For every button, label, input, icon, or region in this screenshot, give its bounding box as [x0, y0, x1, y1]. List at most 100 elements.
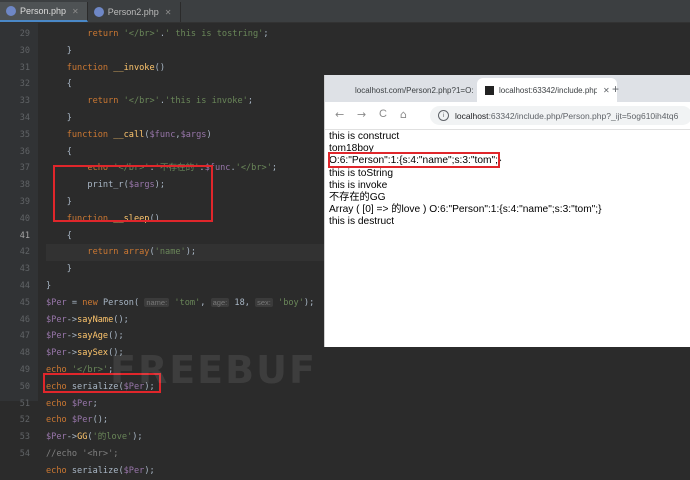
code-token: ); — [144, 465, 155, 476]
browser-window: localhost.com/Person2.php?1=O: localhost… — [324, 75, 690, 347]
url-host: localhost — [455, 110, 489, 121]
line-number: 49 — [19, 364, 30, 375]
new-tab-button[interactable]: + — [612, 82, 619, 96]
url-path: :63342/include.php/Person.php?_ijt=5og61… — [488, 110, 679, 121]
line-number: 32 — [19, 79, 30, 90]
line-number: 34 — [19, 112, 30, 123]
line-number: 53 — [19, 432, 30, 443]
code-token: $Per — [71, 415, 93, 426]
code-token: (); — [113, 314, 129, 325]
code-line[interactable]: $Per->GG('的love'); — [46, 429, 686, 446]
line-number: 39 — [19, 196, 30, 207]
code-token: ) — [206, 129, 212, 140]
php-file-icon — [6, 6, 16, 16]
line-number: 29 — [19, 29, 30, 39]
editor-tab-bar: Person.php ✕ Person2.php ✕ — [0, 0, 690, 23]
code-token: $Per — [46, 432, 67, 443]
line-numbers: 29 30 31 32 33 34 35 36 37 38 39 40 41 42 43 44 45 46 47 48… — [0, 26, 30, 463]
code-token: return — [46, 247, 124, 258]
code-token: { — [46, 79, 72, 90]
tab-label: Person.php — [20, 6, 67, 16]
code-token: return — [46, 96, 124, 107]
code-token: '</br>' — [123, 96, 160, 107]
code-line[interactable]: return '</br>'.' this is tostring'; — [46, 26, 686, 43]
code-token: (); — [92, 415, 109, 426]
tab-person-php[interactable]: Person.php ✕ — [0, 2, 88, 22]
code-token: $func — [149, 129, 176, 140]
code-token: $args — [180, 129, 207, 140]
output-line: this is destruct — [329, 216, 395, 228]
code-token: 18, — [229, 297, 256, 308]
code-token: //echo '<hr>'; — [46, 448, 119, 459]
code-token: ' this is tostring' — [165, 29, 264, 39]
code-line[interactable]: echo serialize($Per); — [46, 463, 686, 480]
browser-tab-bar: localhost.com/Person2.php?1=O: localhost… — [325, 75, 690, 102]
code-token: = — [66, 297, 83, 308]
line-number: 43 — [19, 264, 30, 275]
line-number: 36 — [19, 146, 30, 157]
line-number: 35 — [19, 129, 30, 140]
code-token: ); — [132, 432, 143, 443]
line-number: 33 — [19, 96, 30, 107]
code-token: saySex — [77, 348, 109, 359]
code-token: ; — [92, 398, 98, 409]
home-icon[interactable]: ⌂ — [400, 108, 407, 121]
php-file-icon — [93, 7, 104, 17]
code-token: __invoke — [113, 62, 155, 73]
code-token: , — [200, 297, 211, 308]
close-icon[interactable]: ✕ — [165, 8, 172, 17]
line-number: 31 — [19, 62, 30, 73]
browser-tab-label: localhost.com/Person2.php?1=O: — [355, 85, 474, 95]
code-token: sayName — [77, 314, 114, 325]
info-icon[interactable]: i — [438, 110, 449, 121]
watermark-logo: FREEBUF — [110, 348, 317, 392]
reload-icon[interactable]: C — [379, 108, 387, 120]
line-number: 47 — [19, 331, 30, 342]
line-number: 42 — [19, 247, 30, 258]
code-token: 'this is invoke' — [165, 96, 248, 107]
code-token: name: — [144, 297, 170, 307]
code-token: '</br>' — [235, 163, 272, 174]
code-token: return — [46, 29, 124, 39]
browser-tab-include[interactable]: localhost:63342/include.php/ ✕ — [477, 78, 617, 102]
code-token: ); — [185, 247, 197, 258]
code-token: echo — [46, 415, 72, 426]
tab-person2-php[interactable]: Person2.php ✕ — [88, 2, 181, 22]
line-number: 45 — [19, 297, 30, 308]
address-bar[interactable]: i localhost:63342/include.php/Person.php… — [430, 106, 690, 125]
close-icon[interactable]: ✕ — [603, 86, 610, 95]
close-icon[interactable]: ✕ — [72, 7, 79, 16]
code-line[interactable]: echo $Per(); — [46, 412, 686, 429]
code-token: Person( — [102, 297, 145, 308]
line-number: 50 — [19, 381, 30, 392]
code-line[interactable]: //echo '<hr>'; — [46, 446, 686, 463]
code-token: } — [46, 45, 72, 56]
browser-tab-person2[interactable]: localhost.com/Person2.php?1=O: — [355, 78, 495, 102]
line-number: 48 — [19, 348, 30, 359]
code-token: } — [46, 264, 72, 275]
code-token: 'tom' — [169, 297, 201, 308]
line-number: 51 — [19, 398, 30, 409]
code-token: } — [46, 112, 72, 123]
code-line[interactable]: } — [46, 43, 686, 60]
code-line[interactable]: function __invoke() — [46, 60, 686, 77]
code-token: $Per — [46, 297, 67, 308]
forward-arrow-icon[interactable]: → — [357, 108, 366, 121]
code-token: ; — [263, 29, 269, 39]
code-token: '</br>' — [123, 29, 160, 39]
code-token: $Per — [123, 465, 145, 476]
output-line: this is construct — [329, 131, 400, 142]
jetbrains-favicon-icon — [485, 85, 494, 95]
line-number: 40 — [19, 213, 30, 224]
output-line: this is toString — [329, 167, 393, 179]
code-token: -> — [66, 314, 78, 325]
code-token: ; — [271, 163, 278, 174]
output-line: Array ( [0] => 的love ) O:6:"Person":1:{s… — [329, 204, 602, 216]
line-number: 52 — [19, 415, 30, 426]
code-line[interactable]: echo $Per; — [46, 396, 686, 413]
code-token: age: — [210, 297, 230, 307]
back-arrow-icon[interactable]: ← — [335, 108, 344, 121]
code-token: '的love' — [92, 432, 133, 443]
code-token: $Per — [46, 348, 67, 359]
code-token: sex: — [255, 297, 273, 307]
